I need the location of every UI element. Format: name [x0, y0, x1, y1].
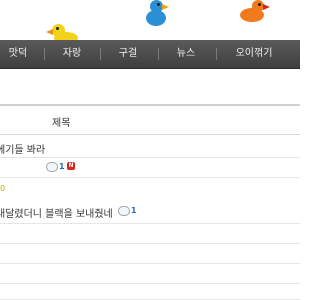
nav-item-news[interactable]: 뉴스 — [164, 40, 208, 68]
table-row[interactable] — [0, 157, 300, 178]
nav-item-oikkeokgi[interactable]: 오이꺾기 — [224, 40, 284, 68]
table-row[interactable] — [0, 263, 300, 284]
nav-divider — [44, 48, 45, 60]
post-title[interactable]: 에기들 봐라 — [0, 141, 45, 156]
comment-count: 1 — [131, 206, 137, 215]
table-row[interactable] — [0, 223, 300, 244]
content-top-area — [0, 69, 300, 105]
comment-icon — [118, 206, 130, 216]
column-header-title: 제목 — [52, 118, 71, 129]
hot-mark-icon: 0 — [0, 184, 6, 193]
yellow-duck-icon — [46, 24, 80, 40]
nav-divider — [158, 48, 159, 60]
top-banner — [0, 0, 300, 40]
main-nav: 맛덕 자랑 구걸 뉴스 오이꺾기 — [0, 40, 300, 69]
table-row[interactable] — [0, 243, 300, 264]
nav-item-jarang[interactable]: 자랑 — [50, 40, 94, 68]
orange-duck-icon — [236, 0, 270, 26]
nav-item-matduk[interactable]: 맛덕 — [0, 40, 36, 68]
blue-duck-icon — [140, 0, 170, 28]
post-title[interactable]: 내달렸더니 블랙을 보내줬네 — [0, 205, 113, 220]
nav-item-gugeol[interactable]: 구걸 — [106, 40, 150, 68]
table-row[interactable]: 내달렸더니 블랙을 보내줬네 — [0, 199, 300, 224]
table-header-row: 제목 — [0, 106, 300, 135]
nav-divider — [100, 48, 101, 60]
table-row[interactable] — [0, 283, 300, 300]
nav-divider — [216, 48, 217, 60]
table-row[interactable]: 에기들 봐라 — [0, 135, 300, 158]
